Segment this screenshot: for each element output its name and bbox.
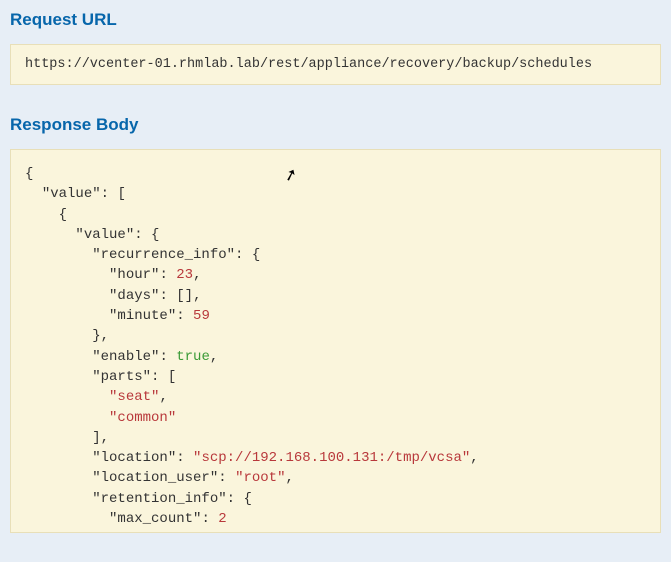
response-body-header: Response Body — [0, 105, 671, 149]
response-body-json[interactable]: { "value": [ { "value": { "recurrence_in… — [10, 149, 661, 533]
request-url-value[interactable]: https://vcenter-01.rhmlab.lab/rest/appli… — [10, 44, 661, 85]
request-url-header: Request URL — [0, 0, 671, 44]
